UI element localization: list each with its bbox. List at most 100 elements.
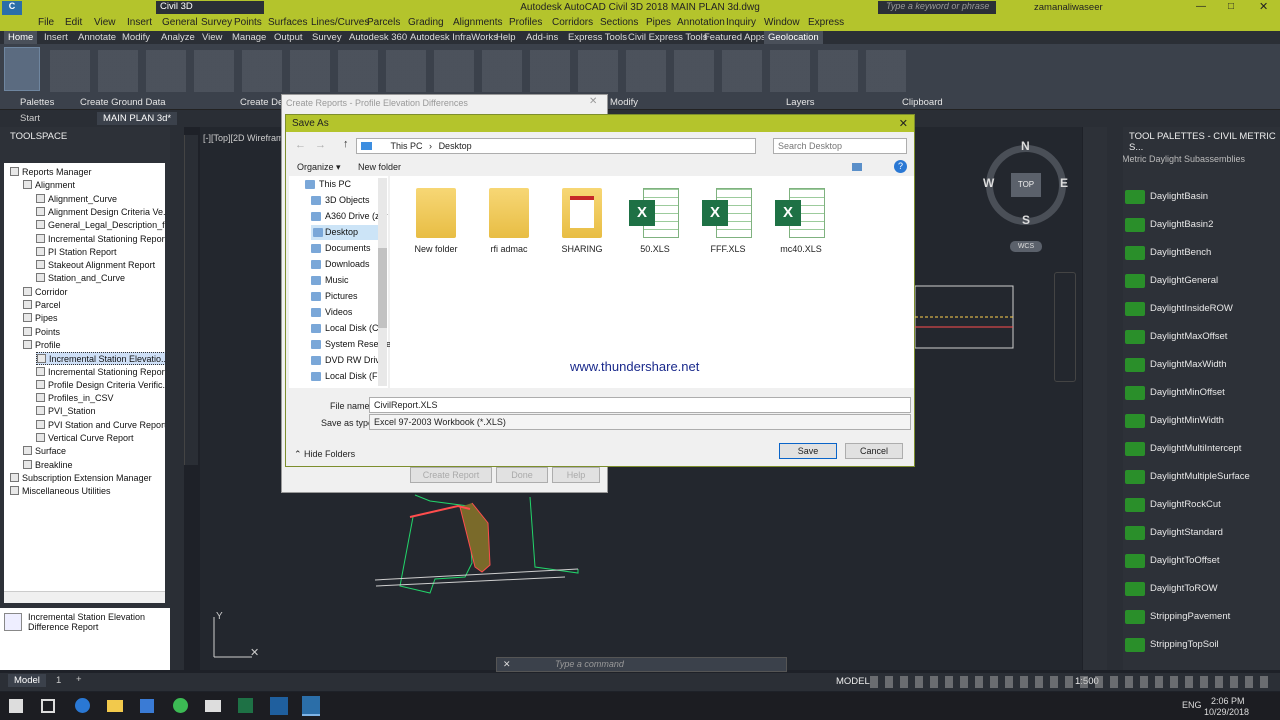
toolspace-button[interactable] xyxy=(4,47,40,91)
palette-item[interactable]: DaylightMaxOffset xyxy=(1125,325,1265,349)
menu-profiles[interactable]: Profiles xyxy=(509,17,542,28)
chrome-icon[interactable] xyxy=(173,698,188,713)
done-button[interactable]: Done xyxy=(496,467,548,483)
menu-window[interactable]: Window xyxy=(764,17,800,28)
wcs-button[interactable]: WCS xyxy=(1010,241,1042,252)
menu-edit[interactable]: Edit xyxy=(65,17,82,28)
compass-w[interactable]: W xyxy=(983,176,994,190)
menu-parcels[interactable]: Parcels xyxy=(367,17,400,28)
file-item[interactable]: SHARING xyxy=(550,178,614,254)
toolspace-tree[interactable]: Reports Manager Alignment Alignment_Curve A… xyxy=(4,163,165,603)
menu-file[interactable]: File xyxy=(38,17,54,28)
task-view-icon[interactable] xyxy=(41,699,55,713)
user-name[interactable]: zamanaliwaseer xyxy=(1034,2,1103,13)
navigation-pane[interactable]: This PC 3D Objects A360 Drive (zar Desktop D… xyxy=(289,176,391,388)
tab-express-tools[interactable]: Express Tools xyxy=(564,31,631,44)
tab-survey[interactable]: Survey xyxy=(308,31,346,44)
nav-item[interactable]: Videos xyxy=(311,305,352,320)
palette-item[interactable]: DaylightRockCut xyxy=(1125,493,1265,517)
view-options-icon[interactable] xyxy=(852,163,862,171)
edge-icon[interactable] xyxy=(75,698,90,713)
cancel-button[interactable]: Cancel xyxy=(845,443,903,459)
nav-item[interactable]: Local Disk (F:) xyxy=(311,369,383,384)
create-report-button[interactable]: Create Report xyxy=(410,467,492,483)
nav-item[interactable]: Music xyxy=(311,273,349,288)
minimize-button[interactable]: — xyxy=(1196,1,1206,12)
tab-infraworks[interactable]: Autodesk InfraWorks xyxy=(406,31,502,44)
save-button[interactable]: Save xyxy=(779,443,837,459)
create-reports-close[interactable]: ✕ xyxy=(589,96,597,107)
toolbox-strip[interactable] xyxy=(184,135,198,465)
tree-item[interactable]: Breakline xyxy=(23,459,73,472)
menu-express[interactable]: Express xyxy=(808,17,844,28)
breadcrumb-this-pc[interactable]: This PC xyxy=(391,141,423,151)
compass-n[interactable]: N xyxy=(1021,139,1030,153)
tree-item[interactable]: Pipes xyxy=(23,312,58,325)
nav-item[interactable]: Desktop xyxy=(311,225,381,240)
file-item[interactable]: Xmc40.XLS xyxy=(769,178,833,254)
nav-item[interactable]: Documents xyxy=(311,241,371,256)
tree-item[interactable]: General_Legal_Description_f... xyxy=(36,219,165,232)
palette-toolbar[interactable] xyxy=(1085,129,1103,669)
nav-scrollbar[interactable] xyxy=(378,178,387,386)
compass-e[interactable]: E xyxy=(1060,176,1068,190)
tree-item[interactable]: Profiles_in_CSV xyxy=(36,392,114,405)
tree-item[interactable]: Alignment Design Criteria Ve... xyxy=(36,206,165,219)
tab-civil-express-tools[interactable]: Civil Express Tools xyxy=(624,31,712,44)
tree-item[interactable]: Miscellaneous Utilities xyxy=(10,485,111,498)
nav-item[interactable]: 3D Objects xyxy=(311,193,370,208)
tree-item[interactable]: Parcel xyxy=(23,299,61,312)
tab-manage[interactable]: Manage xyxy=(228,31,270,44)
palette-item[interactable]: DaylightToOffset xyxy=(1125,549,1265,573)
help-button[interactable]: Help xyxy=(552,467,600,483)
palette-side-tabs[interactable] xyxy=(1107,127,1123,670)
tree-item[interactable]: Stakeout Alignment Report xyxy=(36,259,155,272)
tab-annotate[interactable]: Annotate xyxy=(74,31,120,44)
palette-item[interactable]: DaylightBasin xyxy=(1125,185,1265,209)
clock-time[interactable]: 2:06 PM xyxy=(1211,696,1245,706)
command-line[interactable]: ✕ Type a command xyxy=(496,657,787,672)
group-layers[interactable]: Layers xyxy=(786,97,815,108)
help-icon[interactable]: ? xyxy=(894,160,907,173)
palette-item[interactable]: DaylightToROW xyxy=(1125,577,1265,601)
tree-scrollbar[interactable] xyxy=(4,591,165,603)
file-list[interactable]: www.thundershare.net New folder rfi admac… xyxy=(390,176,914,388)
start-icon[interactable] xyxy=(9,699,23,713)
mail-icon[interactable] xyxy=(205,700,221,712)
address-bar[interactable]: This PC › Desktop xyxy=(356,138,756,154)
nav-item[interactable]: Pictures xyxy=(311,289,358,304)
palette-item[interactable]: DaylightMinOffset xyxy=(1125,381,1265,405)
file-item[interactable]: New folder xyxy=(404,178,468,254)
file-item[interactable]: X 50.XLS xyxy=(623,178,687,254)
palette-item[interactable]: DaylightMultiIntercept xyxy=(1125,437,1265,461)
tree-item[interactable]: Profile Design Criteria Verific... xyxy=(36,379,165,392)
tab-layout-1[interactable]: 1 xyxy=(56,675,61,686)
tab-geolocation[interactable]: Geolocation xyxy=(764,31,823,44)
viewcube-top[interactable]: TOP xyxy=(1011,173,1041,197)
palette-item[interactable]: DaylightInsideROW xyxy=(1125,297,1265,321)
menu-insert[interactable]: Insert xyxy=(127,17,152,28)
group-palettes[interactable]: Palettes xyxy=(20,97,54,108)
tab-help[interactable]: Help xyxy=(492,31,520,44)
search-desktop-input[interactable]: Search Desktop xyxy=(773,138,907,154)
tree-item[interactable]: Station_and_Curve xyxy=(36,272,125,285)
tab-insert[interactable]: Insert xyxy=(40,31,72,44)
tree-item[interactable]: Points xyxy=(23,326,60,339)
menu-grading[interactable]: Grading xyxy=(408,17,444,28)
organize-button[interactable]: Organize ▾ xyxy=(297,162,341,173)
status-toggle-icons[interactable] xyxy=(870,676,1270,688)
tab-view[interactable]: View xyxy=(198,31,226,44)
nav-item[interactable]: DVD RW Drive xyxy=(311,353,385,368)
tab-autodesk360[interactable]: Autodesk 360 xyxy=(345,31,411,44)
tree-item[interactable]: Reports Manager xyxy=(10,166,92,179)
restore-button[interactable]: □ xyxy=(1228,1,1234,12)
tab-analyze[interactable]: Analyze xyxy=(157,31,199,44)
tree-item[interactable]: Incremental Stationing Report xyxy=(36,233,165,246)
tree-item[interactable]: Profile xyxy=(23,339,61,352)
up-arrow-icon[interactable]: ↑ xyxy=(343,138,349,150)
palette-item[interactable]: DaylightMaxWidth xyxy=(1125,353,1265,377)
file-item[interactable]: X FFF.XLS xyxy=(696,178,760,254)
tree-item[interactable]: Incremental Station Elevatio... xyxy=(36,352,165,366)
palette-item[interactable]: StrippingTopSoil xyxy=(1125,633,1265,657)
menu-survey[interactable]: Survey xyxy=(201,17,232,28)
